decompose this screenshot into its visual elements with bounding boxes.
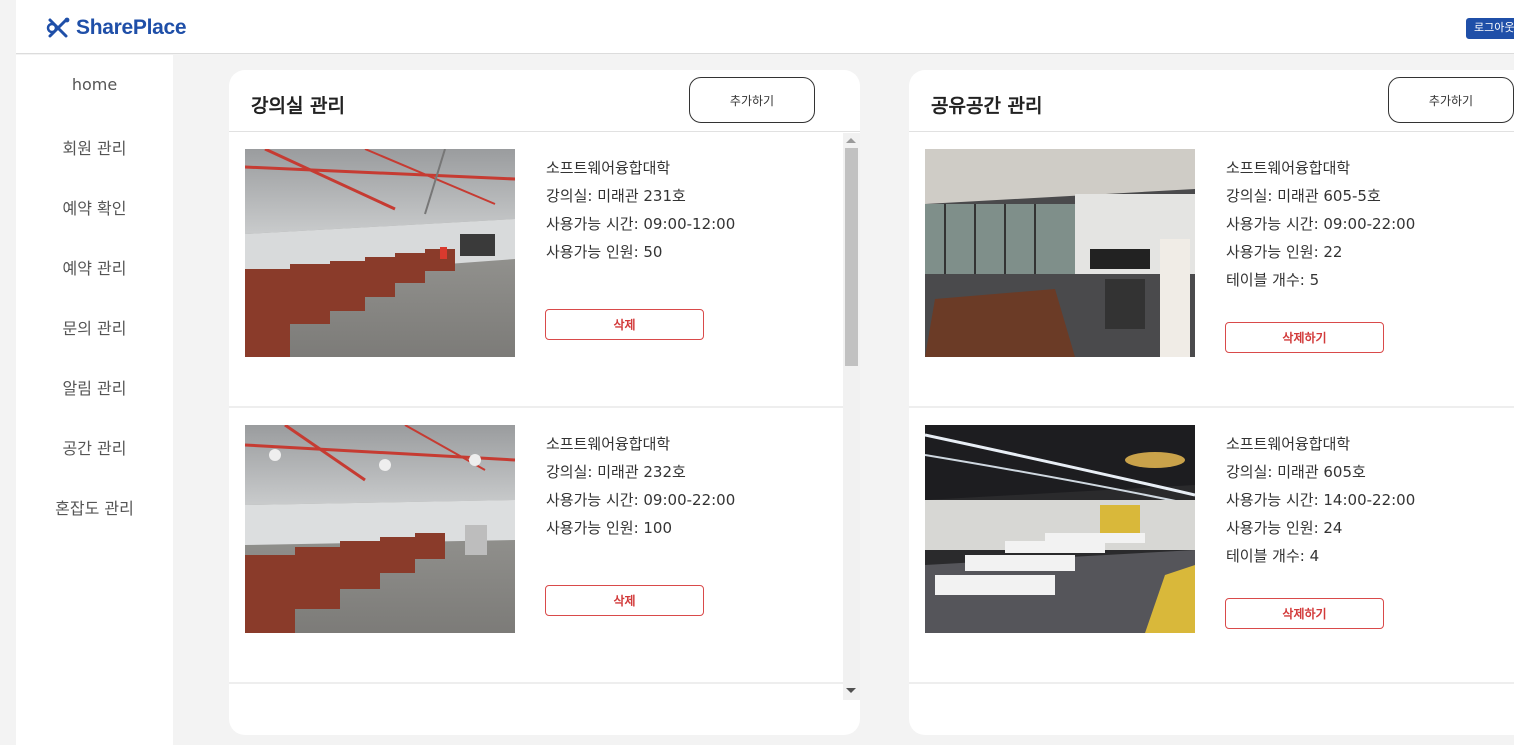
top-header: SharePlace 로그아웃 (16, 0, 1514, 54)
shared-space-photo (925, 425, 1195, 633)
lecture-room-list[interactable]: 소프트웨어융합대학 강의실: 미래관 231호 사용가능 시간: 09:00-1… (229, 132, 843, 700)
list-item: 소프트웨어융합대학 강의실: 미래관 605호 사용가능 시간: 14:00-2… (909, 408, 1514, 684)
available-time: 사용가능 시간: 09:00-22:00 (546, 491, 736, 509)
shared-space-list[interactable]: 소프트웨어융합대학 강의실: 미래관 605-5호 사용가능 시간: 09:00… (909, 132, 1514, 700)
school-name: 소프트웨어융합대학 (546, 159, 671, 177)
logout-button[interactable]: 로그아웃 (1466, 18, 1514, 39)
delete-button[interactable]: 삭제하기 (1225, 322, 1384, 353)
room-name: 강의실: 미래관 605-5호 (1226, 187, 1381, 205)
sidebar-item-reservation-check[interactable]: 예약 확인 (16, 195, 173, 219)
shared-space-panel: 공유공간 관리 추가하기 소프트웨어융합대학 강의실: 미래관 605-5호 사… (909, 70, 1514, 735)
room-name: 강의실: 미래관 231호 (546, 187, 686, 205)
school-name: 소프트웨어융합대학 (546, 435, 671, 453)
available-time: 사용가능 시간: 09:00-12:00 (546, 215, 736, 233)
sidebar-item-congestion[interactable]: 혼잡도 관리 (16, 495, 173, 519)
lecture-add-button[interactable]: 추가하기 (689, 77, 815, 123)
available-capacity: 사용가능 인원: 24 (1226, 519, 1343, 537)
lecture-panel-title: 강의실 관리 (251, 95, 346, 117)
available-time: 사용가능 시간: 14:00-22:00 (1226, 491, 1416, 509)
sidebar-item-reservation-manage[interactable]: 예약 관리 (16, 255, 173, 279)
sidebar-item-spaces[interactable]: 공간 관리 (16, 435, 173, 459)
sidebar: home 회원 관리 예약 확인 예약 관리 문의 관리 알림 관리 공간 관리… (16, 55, 173, 745)
sidebar-item-home[interactable]: home (16, 75, 173, 94)
brand-name: SharePlace (76, 16, 187, 39)
school-name: 소프트웨어융합대학 (1226, 435, 1351, 453)
shared-space-photo (925, 149, 1195, 357)
shared-panel-title: 공유공간 관리 (931, 95, 1043, 117)
table-count: 테이블 개수: 5 (1226, 271, 1320, 289)
available-capacity: 사용가능 인원: 50 (546, 243, 663, 261)
lecture-room-panel: 강의실 관리 추가하기 소프트웨어융합대학 강의실: 미래관 231호 사용가능… (229, 70, 860, 735)
sidebar-item-notifications[interactable]: 알림 관리 (16, 375, 173, 399)
list-item: 소프트웨어융합대학 강의실: 미래관 231호 사용가능 시간: 09:00-1… (229, 132, 843, 408)
shared-space-info: 소프트웨어융합대학 강의실: 미래관 605호 사용가능 시간: 14:00-2… (1226, 430, 1415, 570)
table-count: 테이블 개수: 4 (1226, 547, 1320, 565)
delete-button[interactable]: 삭제하기 (1225, 598, 1384, 629)
shared-space-info: 소프트웨어융합대학 강의실: 미래관 605-5호 사용가능 시간: 09:00… (1226, 154, 1415, 294)
delete-button[interactable]: 삭제 (545, 585, 704, 616)
lecture-room-info: 소프트웨어융합대학 강의실: 미래관 232호 사용가능 시간: 09:00-2… (546, 430, 735, 542)
available-capacity: 사용가능 인원: 100 (546, 519, 673, 537)
sidebar-item-members[interactable]: 회원 관리 (16, 135, 173, 159)
scroll-thumb[interactable] (845, 148, 858, 366)
delete-button[interactable]: 삭제 (545, 309, 704, 340)
shareplace-logo-icon (46, 17, 70, 38)
sidebar-item-inquiries[interactable]: 문의 관리 (16, 315, 173, 339)
school-name: 소프트웨어융합대학 (1226, 159, 1351, 177)
scroll-up-arrow-icon[interactable] (846, 138, 856, 143)
brand-logo[interactable]: SharePlace (46, 14, 187, 42)
lecture-room-photo (245, 425, 515, 633)
lecture-room-photo (245, 149, 515, 357)
list-item: 소프트웨어융합대학 강의실: 미래관 232호 사용가능 시간: 09:00-2… (229, 408, 843, 684)
lecture-room-info: 소프트웨어융합대학 강의실: 미래관 231호 사용가능 시간: 09:00-1… (546, 154, 735, 266)
room-name: 강의실: 미래관 232호 (546, 463, 686, 481)
scroll-down-arrow-icon[interactable] (846, 688, 856, 693)
lecture-list-scrollbar[interactable] (843, 133, 860, 700)
room-name: 강의실: 미래관 605호 (1226, 463, 1366, 481)
available-capacity: 사용가능 인원: 22 (1226, 243, 1343, 261)
available-time: 사용가능 시간: 09:00-22:00 (1226, 215, 1416, 233)
shared-add-button[interactable]: 추가하기 (1388, 77, 1514, 123)
list-item: 소프트웨어융합대학 강의실: 미래관 605-5호 사용가능 시간: 09:00… (909, 132, 1514, 408)
